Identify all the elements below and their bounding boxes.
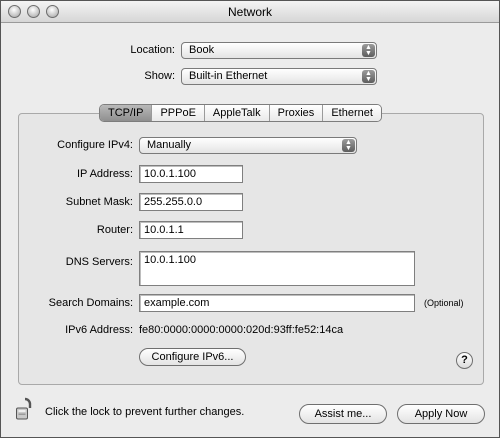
configure-ipv4-value: Manually [147, 139, 192, 151]
configure-ipv6-button[interactable]: Configure IPv6... [139, 348, 246, 366]
router-field[interactable]: 10.0.1.1 [139, 221, 243, 239]
tab-ethernet[interactable]: Ethernet [322, 105, 381, 121]
optional-hint: (Optional) [424, 298, 464, 308]
configure-ipv4-popup[interactable]: Manually ▲ ▼ [139, 137, 357, 154]
show-value: Built-in Ethernet [189, 70, 268, 82]
search-domains-label: Search Domains: [48, 297, 133, 309]
tab-appletalk[interactable]: AppleTalk [203, 105, 269, 121]
popup-arrows-icon: ▲ ▼ [362, 44, 375, 57]
router-label: Router: [96, 224, 133, 236]
assist-me-button[interactable]: Assist me... [299, 404, 387, 424]
subnet-mask-field[interactable]: 255.255.0.0 [139, 193, 243, 211]
configure-ipv4-label: Configure IPv4: [57, 139, 133, 151]
location-value: Book [189, 44, 215, 56]
search-domains-field[interactable]: example.com [139, 294, 415, 312]
ip-address-label: IP Address: [76, 168, 133, 180]
location-popup[interactable]: Book ▲ ▼ [181, 42, 377, 59]
popup-arrows-icon: ▲ ▼ [342, 139, 355, 152]
subnet-mask-label: Subnet Mask: [65, 196, 133, 208]
title-bar: Network [1, 1, 499, 23]
ipv6-address-label: IPv6 Address: [65, 324, 133, 336]
ipv6-address-value: fe80:0000:0000:0000:020d:93ff:fe52:14ca [139, 324, 344, 336]
show-label: Show: [144, 70, 175, 82]
location-label: Location: [130, 44, 175, 56]
network-window: Network Location: Book ▲ ▼ Show: Built-in… [0, 0, 500, 438]
help-button[interactable]: ? [456, 352, 473, 369]
ip-address-field[interactable]: 10.0.1.100 [139, 165, 243, 183]
tab-tcpip[interactable]: TCP/IP [100, 105, 152, 121]
tab-pppoe[interactable]: PPPoE [151, 105, 204, 121]
lock-icon[interactable] [16, 397, 34, 421]
dns-servers-field[interactable]: 10.0.1.100 [139, 251, 415, 286]
show-popup[interactable]: Built-in Ethernet ▲ ▼ [181, 68, 377, 85]
lock-message: Click the lock to prevent further change… [45, 406, 245, 418]
apply-now-button[interactable]: Apply Now [397, 404, 485, 424]
window-title: Network [227, 5, 272, 19]
popup-arrows-icon: ▲ ▼ [362, 70, 375, 83]
dns-servers-label: DNS Servers: [65, 256, 133, 268]
tab-proxies[interactable]: Proxies [268, 105, 323, 121]
tab-bar: TCP/IP PPPoE AppleTalk Proxies Ethernet [99, 104, 382, 122]
